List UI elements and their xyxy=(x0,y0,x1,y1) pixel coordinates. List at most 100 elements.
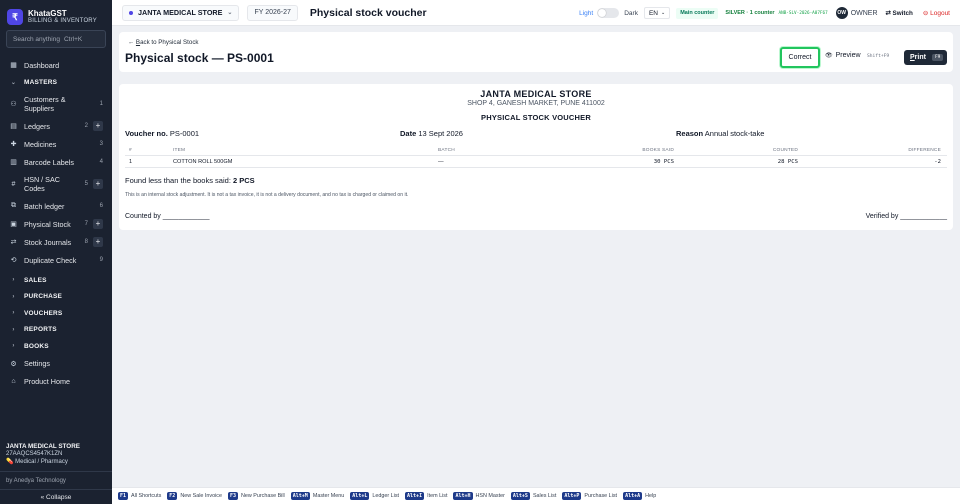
chevron-down-icon: ⌄ xyxy=(227,10,233,16)
sidebar-item-label: Dashboard xyxy=(24,60,60,70)
batch-icon: ⧉ xyxy=(11,202,16,209)
sidebar-section-purchase[interactable]: › PURCHASE xyxy=(0,289,112,306)
app-subtitle: BILLING & INVENTORY xyxy=(28,18,97,24)
shortcut-master-menu[interactable]: Alt+M Master Menu xyxy=(290,492,344,500)
home-icon: ⌂ xyxy=(11,378,16,385)
add-hsn-button[interactable]: + xyxy=(93,179,103,189)
print-button[interactable]: Print F9 xyxy=(904,50,947,65)
collapse-button[interactable]: « Collapse xyxy=(0,489,112,504)
brand[interactable]: ₹ KhataGST BILLING & INVENTORY xyxy=(0,0,112,28)
shortcut-label: HSN Master xyxy=(475,493,505,499)
logout-button[interactable]: ⊖ Logout xyxy=(923,9,950,17)
arrows-icon: ⇄ xyxy=(10,239,17,246)
sidebar-section-label: MASTERS xyxy=(24,79,58,86)
sidebar-section-label: VOUCHERS xyxy=(24,309,63,317)
chevron-right-icon: › xyxy=(12,293,15,300)
fy-selector[interactable]: FY 2026-27 xyxy=(247,4,298,21)
sidebar-item-settings[interactable]: ⚙ Settings xyxy=(0,355,112,373)
theme-light-label[interactable]: Light xyxy=(579,10,593,17)
summary-value: 2 PCS xyxy=(233,176,255,185)
add-ledger-button[interactable]: + xyxy=(93,121,103,131)
sidebar-item-count: 2 xyxy=(84,123,88,129)
sidebar-item-count: 9 xyxy=(99,257,103,263)
sidebar-item-count: 1 xyxy=(99,100,103,107)
row-books-said: 30 PCS xyxy=(653,159,674,165)
footer-store-name: JANTA MEDICAL STORE xyxy=(6,443,80,450)
sidebar-item-count: 7 xyxy=(84,221,88,227)
shortcut-label: Help xyxy=(645,493,657,499)
sidebar-section-reports[interactable]: › REPORTS xyxy=(0,322,112,339)
shortcut-key: F1 xyxy=(118,492,129,500)
shortcut-label: All Shortcuts xyxy=(131,493,162,499)
print-shortcut: F9 xyxy=(931,54,944,61)
stock-difference-summary: Found less than the books said: 2 PCS xyxy=(125,176,255,185)
user-role: OWNER xyxy=(850,9,878,17)
voucher-date-label: Date xyxy=(400,129,417,138)
sidebar-item-ledgers[interactable]: ▤ Ledgers 2 + xyxy=(0,117,112,135)
row-item: COTTON ROLL 500GM xyxy=(173,159,233,165)
preview-label: Preview xyxy=(835,52,861,59)
shortcut-hsn-master[interactable]: Alt+H HSN Master xyxy=(453,492,505,500)
sidebar-item-batch-ledger[interactable]: ⧉ Batch ledger 6 xyxy=(0,197,112,215)
switch-button[interactable]: ⇄ Switch xyxy=(886,10,913,17)
summary-text: Found less than the books said: xyxy=(125,176,231,185)
shortcut-all-shortcuts[interactable]: F1 All Shortcuts xyxy=(118,492,161,500)
shortcut-key: F2 xyxy=(167,492,178,500)
correct-button[interactable]: Correct xyxy=(780,47,820,68)
sidebar-item-label: Medicines xyxy=(24,139,57,149)
theme-toggle[interactable] xyxy=(597,8,620,18)
voucher-reason-label: Reason xyxy=(676,129,704,138)
sidebar-section-label: PURCHASE xyxy=(24,293,63,301)
shortcut-label: New Purchase Bill xyxy=(241,493,285,499)
sidebar-item-duplicate-check[interactable]: ⟲ Duplicate Check 9 xyxy=(0,251,112,269)
sidebar-item-label: HSN / SAC Codes xyxy=(24,175,60,193)
column-header: # xyxy=(129,148,132,153)
shortcut-ledger-list[interactable]: Alt+L Ledger List xyxy=(350,492,399,500)
sidebar-item-physical-stock[interactable]: ▣ Physical Stock 7 + xyxy=(0,215,112,233)
sidebar-section-vouchers[interactable]: › VOUCHERS xyxy=(0,305,112,322)
sidebar-section-masters[interactable]: ⌄ MASTERS xyxy=(0,74,112,91)
sidebar-section-label: BOOKS xyxy=(24,342,49,350)
store-dot-icon xyxy=(129,10,133,15)
shortcut-purchase-list[interactable]: Alt+P Purchase List xyxy=(562,492,617,500)
rupee-logo-icon: ₹ xyxy=(7,9,23,25)
sidebar-item-product-home[interactable]: ⌂ Product Home xyxy=(0,373,112,391)
search-input[interactable]: Search anything Ctrl+K xyxy=(6,30,106,48)
shortcut-help[interactable]: Alt+A Help xyxy=(623,492,656,500)
sidebar-item-label: Physical Stock xyxy=(24,219,71,229)
chevron-down-icon: ⌄ xyxy=(10,80,17,86)
shortcut-new-sale-invoice[interactable]: F2 New Sale Invoice xyxy=(167,492,222,500)
language-selector[interactable]: EN ⌄ xyxy=(643,7,671,19)
shortcut-new-purchase-bill[interactable]: F3 New Purchase Bill xyxy=(227,492,285,500)
sidebar-section-sales[interactable]: › SALES xyxy=(0,272,112,289)
footer-gstin: 27AAQCS4547K1ZN xyxy=(6,451,63,457)
shortcut-item-list[interactable]: Alt+I Item List xyxy=(405,492,447,500)
sidebar-footer: JANTA MEDICAL STORE 27AAQCS4547K1ZN 💊 Me… xyxy=(0,443,112,504)
sidebar-item-dashboard[interactable]: ▦ Dashboard xyxy=(0,56,112,74)
sidebar: ₹ KhataGST BILLING & INVENTORY Search an… xyxy=(0,0,112,504)
license-badge: SILVER · 1 counter xyxy=(725,10,775,16)
theme-dark-label[interactable]: Dark xyxy=(624,10,638,17)
by-line: by Anedya Technology xyxy=(0,471,112,489)
sidebar-item-stock-journals[interactable]: ⇄ Stock Journals 8 + xyxy=(0,233,112,251)
top-bar-actions: Light Dark EN ⌄ Main counter SILVER · 1 … xyxy=(579,0,960,26)
add-stock-journal-button[interactable]: + xyxy=(93,237,103,247)
sidebar-section-books[interactable]: › BOOKS xyxy=(0,338,112,355)
sidebar-item-label: Settings xyxy=(24,359,50,368)
back-to-physical-stock-link[interactable]: ← Back to Physical Stock xyxy=(128,39,199,46)
column-header: BATCH xyxy=(438,148,455,153)
sidebar-item-medicines[interactable]: ✚ Medicines 3 xyxy=(0,135,112,153)
chevron-right-icon: › xyxy=(12,310,15,317)
chevron-right-icon: › xyxy=(12,343,15,350)
shortcut-key: Alt+S xyxy=(510,492,530,500)
sidebar-item-customers-suppliers[interactable]: ⚇ Customers & Suppliers 1 xyxy=(0,91,112,117)
preview-button[interactable]: 👁 Preview xyxy=(825,52,861,59)
voucher-note: This is an internal stock adjustment. It… xyxy=(125,192,409,198)
sidebar-item-barcode-labels[interactable]: ▥ Barcode Labels 4 xyxy=(0,153,112,171)
add-physical-stock-button[interactable]: + xyxy=(93,219,103,229)
store-selector[interactable]: JANTA MEDICAL STORE ⌄ xyxy=(122,4,240,21)
voucher-document: JANTA MEDICAL STORE SHOP 4, GANESH MARKE… xyxy=(119,84,953,230)
avatar[interactable]: OW xyxy=(835,7,848,19)
sidebar-item-hsn-sac[interactable]: # HSN / SAC Codes 5 + xyxy=(0,171,112,197)
shortcut-sales-list[interactable]: Alt+S Sales List xyxy=(510,492,556,500)
